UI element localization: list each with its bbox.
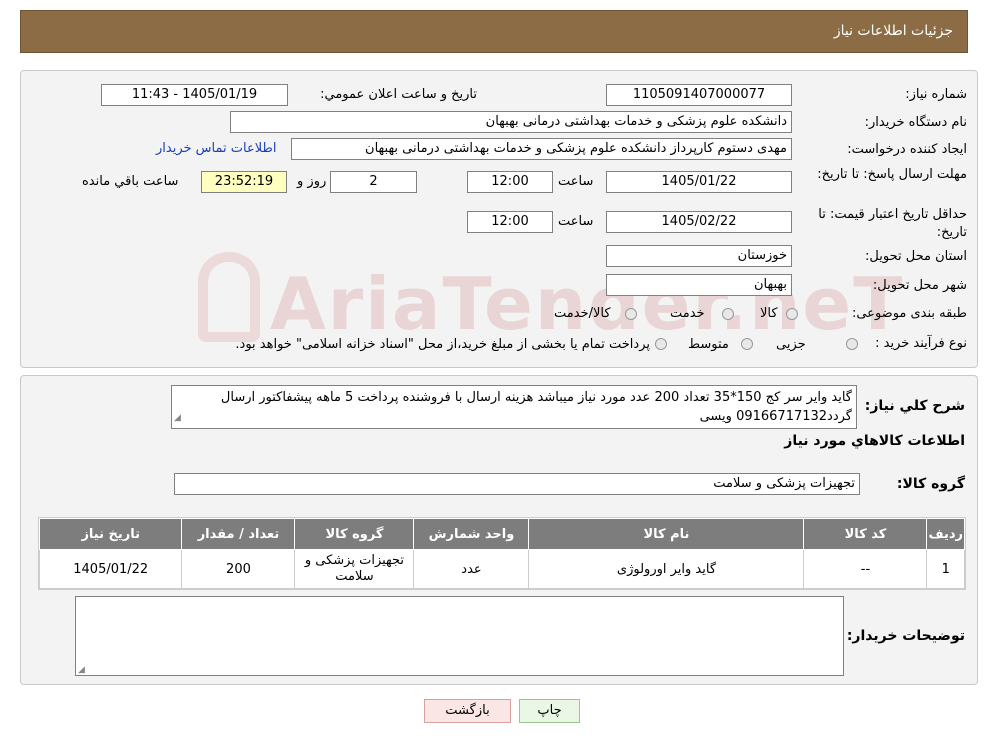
cell-group: تجهیزات پزشکی و سلامت bbox=[294, 549, 415, 589]
cell-unit: عدد bbox=[413, 549, 530, 589]
process-type-label: نوع فرآيند خريد : bbox=[875, 336, 967, 351]
reply-time-field: 12:00 bbox=[467, 171, 553, 193]
buyer-contact-link[interactable]: اطلاعات تماس خريدار bbox=[156, 141, 276, 156]
treasury-option-radio[interactable] bbox=[655, 338, 667, 350]
price-date-field: 1405/02/22 bbox=[606, 211, 792, 233]
reply-date-field: 1405/01/22 bbox=[606, 171, 792, 193]
province-label: استان محل تحويل: bbox=[865, 249, 967, 264]
province-field: خوزستان bbox=[606, 245, 792, 267]
watermark-logo-icon bbox=[198, 252, 260, 342]
resize-grip-icon[interactable]: ◢ bbox=[78, 665, 85, 675]
reply-time-label: ساعت bbox=[558, 174, 594, 189]
items-table-header: رديف کد کالا نام کالا واحد شمارش گروه کا… bbox=[38, 518, 965, 550]
category-goods-radio[interactable] bbox=[786, 308, 798, 320]
announce-datetime-label: تاريخ و ساعت اعلان عمومي: bbox=[320, 87, 477, 102]
buyer-org-field: دانشکده علوم پزشکی و خدمات بهداشتی درمان… bbox=[230, 111, 792, 133]
description-textarea[interactable]: گاید وایر سر کج 150*35 تعداد 200 عدد مور… bbox=[171, 385, 857, 429]
page-header: جزئیات اطلاعات نیاز bbox=[20, 10, 968, 53]
city-field: بهبهان bbox=[606, 274, 792, 296]
category-service-label: خدمت bbox=[670, 306, 705, 321]
items-table: رديف کد کالا نام کالا واحد شمارش گروه کا… bbox=[38, 518, 965, 589]
description-label: شرح کلي نياز: bbox=[864, 398, 965, 414]
process-minor-label: جزیی bbox=[776, 337, 806, 352]
need-number-field: 1105091407000077 bbox=[606, 84, 792, 106]
goods-group-field: تجهیزات پزشکی و سلامت bbox=[174, 473, 860, 495]
col-name: نام کالا bbox=[528, 518, 805, 550]
reply-deadline-label: مهلت ارسال پاسخ: تا تاريخ: bbox=[817, 167, 967, 182]
col-row: رديف bbox=[926, 518, 965, 550]
goods-group-label: گروه کالا: bbox=[896, 476, 965, 492]
col-code: کد کالا bbox=[803, 518, 928, 550]
cell-date: 1405/01/22 bbox=[38, 549, 183, 589]
price-time-field: 12:00 bbox=[467, 211, 553, 233]
back-button[interactable]: بازگشت bbox=[424, 699, 511, 723]
buyer-notes-textarea[interactable]: ◢ bbox=[75, 596, 844, 676]
remaining-time-label: ساعت باقي مانده bbox=[82, 174, 179, 189]
category-service-radio[interactable] bbox=[722, 308, 734, 320]
resize-grip-icon[interactable]: ◢ bbox=[174, 409, 181, 428]
page-title: جزئیات اطلاعات نیاز bbox=[833, 23, 953, 39]
items-table-container: رديف کد کالا نام کالا واحد شمارش گروه کا… bbox=[38, 517, 966, 590]
price-validity-label: حداقل تاريخ اعتبار قيمت: تا تاريخ: bbox=[818, 207, 967, 240]
creator-field: مهدی دستوم کارپرداز دانشکده علوم پزشکی و… bbox=[291, 138, 792, 160]
process-medium-label: متوسط bbox=[688, 337, 729, 352]
days-field: 2 bbox=[330, 171, 417, 193]
cell-name: گاید وایر اورولوژی bbox=[528, 549, 805, 589]
days-label: روز و bbox=[297, 174, 327, 189]
buyer-org-label: نام دستگاه خريدار: bbox=[864, 115, 967, 130]
need-number-label: شماره نياز: bbox=[905, 87, 967, 102]
cell-qty: 200 bbox=[181, 549, 296, 589]
cell-code: -- bbox=[803, 549, 928, 589]
price-time-label: ساعت bbox=[558, 214, 594, 229]
category-goods-label: کالا bbox=[760, 306, 778, 321]
col-group: گروه کالا bbox=[294, 518, 415, 550]
col-qty: تعداد / مقدار bbox=[181, 518, 296, 550]
category-goods-service-radio[interactable] bbox=[625, 308, 637, 320]
col-date: تاريخ نياز bbox=[38, 518, 183, 550]
watermark: AriaTender.neT bbox=[270, 262, 905, 346]
description-text: گاید وایر سر کج 150*35 تعداد 200 عدد مور… bbox=[220, 390, 852, 424]
category-label: طبقه بندی موضوعی: bbox=[851, 306, 967, 321]
announce-datetime-field: 1405/01/19 - 11:43 bbox=[101, 84, 288, 106]
cell-row: 1 bbox=[926, 549, 965, 589]
process-minor-radio[interactable] bbox=[846, 338, 858, 350]
treasury-note: پرداخت تمام يا بخشی از مبلغ خريد،از محل … bbox=[235, 337, 650, 352]
category-goods-service-label: کالا/خدمت bbox=[554, 306, 611, 321]
print-button[interactable]: چاپ bbox=[519, 699, 580, 723]
col-unit: واحد شمارش bbox=[413, 518, 530, 550]
remaining-time-field: 23:52:19 bbox=[201, 171, 287, 193]
table-row: 1 -- گاید وایر اورولوژی عدد تجهیزات پزشک… bbox=[38, 549, 965, 589]
process-medium-radio[interactable] bbox=[741, 338, 753, 350]
city-label: شهر محل تحويل: bbox=[872, 278, 967, 293]
buyer-notes-label: توضيحات خريدار: bbox=[846, 628, 965, 644]
goods-info-title: اطلاعات کالاهاي مورد نياز bbox=[784, 433, 965, 449]
creator-label: ايجاد کننده درخواست: bbox=[847, 142, 967, 157]
